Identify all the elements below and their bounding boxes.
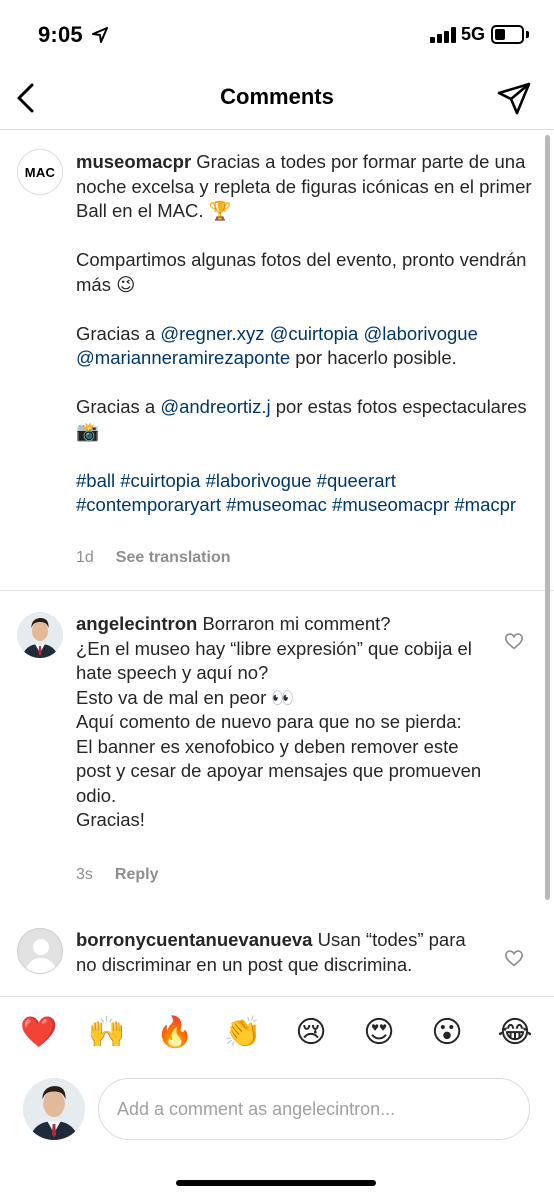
fire-emoji-button[interactable]: 🔥 bbox=[156, 1015, 193, 1051]
battery-cap bbox=[526, 31, 529, 38]
status-time: 9:05 bbox=[38, 22, 83, 47]
raising-hands-emoji-button[interactable]: 🙌 bbox=[88, 1015, 125, 1051]
status-bar: 9:05 5G bbox=[0, 0, 554, 68]
person-photo-icon bbox=[23, 1078, 85, 1140]
comment-item: angelecintron Borraron mi comment? ¿En e… bbox=[0, 592, 554, 912]
header: Comments bbox=[0, 68, 554, 130]
paper-plane-icon[interactable] bbox=[496, 80, 532, 116]
crying-emoji-button[interactable]: 😢 bbox=[293, 1015, 329, 1051]
battery-icon bbox=[491, 25, 524, 44]
comment-username[interactable]: borronycuentanuevanueva bbox=[76, 929, 312, 950]
heart-icon[interactable] bbox=[504, 949, 524, 967]
comments-list[interactable]: MAC museomacpr Gracias a todes por forma… bbox=[0, 131, 554, 996]
emoji-reaction-bar: ❤️ 🙌 🔥 👏 😢 😍 😮 😂 bbox=[0, 996, 554, 1072]
comment-text: angelecintron Borraron mi comment? ¿En e… bbox=[76, 613, 487, 830]
page-title: Comments bbox=[220, 84, 334, 109]
avatar[interactable]: MAC bbox=[17, 149, 63, 195]
caption-time: 1d bbox=[76, 549, 94, 566]
caption-hashtags[interactable]: #ball #cuirtopia #laborivogue #queerart … bbox=[76, 469, 536, 518]
comment-composer bbox=[0, 1072, 554, 1152]
caption-photo-credit: Gracias a @andreortiz.j por estas fotos … bbox=[76, 396, 532, 442]
comment-meta: 3s Reply bbox=[76, 866, 158, 884]
network-label: 5G bbox=[461, 24, 486, 44]
caption-text: museomacpr Gracias a todes por formar pa… bbox=[76, 150, 536, 518]
caption-line-2: Compartimos algunas fotos del evento, pr… bbox=[76, 249, 532, 295]
laughing-emoji-button[interactable]: 😂 bbox=[497, 1015, 533, 1051]
caption-thanks: Gracias a @regner.xyz @cuirtopia @labori… bbox=[76, 322, 478, 369]
scrollbar[interactable] bbox=[545, 135, 550, 900]
comment-text: borronycuentanuevanueva Usan “todes” par… bbox=[76, 929, 471, 975]
heart-emoji-button[interactable]: ❤️ bbox=[20, 1015, 57, 1051]
avatar-logo-text: MAC bbox=[24, 164, 56, 180]
mention-link[interactable]: @regner.xyz bbox=[160, 323, 264, 344]
avatar[interactable] bbox=[23, 1078, 85, 1140]
comment-item: borronycuentanuevanueva Usan “todes” par… bbox=[0, 912, 554, 996]
location-arrow-icon bbox=[92, 27, 108, 43]
mention-link[interactable]: @andreortiz.j bbox=[160, 396, 270, 417]
home-indicator[interactable] bbox=[176, 1180, 376, 1186]
comment-username[interactable]: angelecintron bbox=[76, 613, 197, 634]
avatar[interactable] bbox=[17, 928, 63, 974]
mention-link[interactable]: @marianneramirezaponte bbox=[76, 347, 290, 368]
person-photo-icon bbox=[17, 612, 63, 658]
surprised-emoji-button[interactable]: 😮 bbox=[429, 1015, 465, 1051]
see-translation-button[interactable]: See translation bbox=[116, 549, 231, 566]
caption-username[interactable]: museomacpr bbox=[76, 151, 191, 172]
mention-link[interactable]: @laborivogue bbox=[363, 323, 477, 344]
heart-icon[interactable] bbox=[504, 632, 524, 650]
mention-link[interactable]: @cuirtopia bbox=[270, 323, 359, 344]
comment-time: 3s bbox=[76, 866, 93, 883]
comment-input[interactable] bbox=[98, 1078, 530, 1140]
post-caption: MAC museomacpr Gracias a todes por forma… bbox=[0, 131, 554, 591]
signal-icon bbox=[430, 27, 456, 43]
reply-button[interactable]: Reply bbox=[115, 866, 159, 883]
default-user-icon bbox=[25, 939, 57, 973]
heart-eyes-emoji-button[interactable]: 😍 bbox=[361, 1015, 397, 1051]
caption-meta: 1d See translation bbox=[76, 549, 231, 567]
clapping-emoji-button[interactable]: 👏 bbox=[224, 1015, 261, 1051]
avatar[interactable] bbox=[17, 612, 63, 658]
